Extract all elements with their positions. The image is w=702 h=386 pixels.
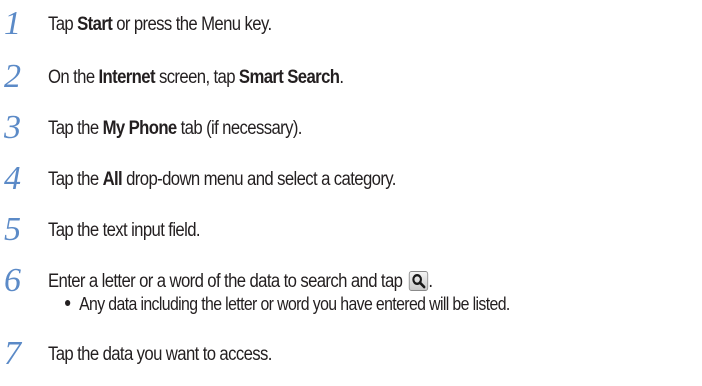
step-text: On the Internet screen, tap Smart Search…	[48, 66, 344, 90]
step-text: Tap Start or press the Menu key.	[48, 13, 272, 37]
step-3: 3 Tap the My Phone tab (if necessary).	[0, 108, 702, 148]
step-number: 4	[4, 160, 21, 197]
step-text-part: drop-down menu and select a category.	[122, 169, 396, 190]
step-text-part: Tap the data you want to access.	[48, 344, 272, 365]
bullet-icon	[65, 300, 71, 306]
step-text-part: .	[428, 271, 433, 292]
step-number: 1	[4, 5, 21, 42]
step-text-part: Tap the	[48, 118, 103, 139]
instruction-steps: 1 Tap Start or press the Menu key. 2 On …	[0, 0, 702, 386]
step-text-part: Tap	[48, 14, 78, 35]
step-5: 5 Tap the text input field.	[0, 210, 702, 250]
ui-term-smart-search: Smart Search	[238, 67, 340, 88]
step-text-part: screen, tap	[154, 67, 239, 88]
step-text: Tap the My Phone tab (if necessary).	[48, 117, 302, 141]
ui-term-start: Start	[77, 14, 113, 35]
step-text-part: Enter a letter or a word of the data to …	[48, 271, 407, 292]
step-number: 5	[4, 211, 21, 248]
step-text: Tap the text input field.	[48, 219, 201, 243]
step-1: 1 Tap Start or press the Menu key.	[0, 4, 702, 44]
step-2: 2 On the Internet screen, tap Smart Sear…	[0, 57, 702, 97]
step-text-part: Tap the	[48, 169, 103, 190]
ui-term-internet: Internet	[98, 67, 156, 88]
search-icon	[408, 271, 429, 291]
step-text-part: On the	[48, 67, 99, 88]
step-text-part: .	[339, 67, 344, 88]
ui-term-my-phone: My Phone	[102, 118, 178, 139]
step-number: 7	[4, 335, 21, 372]
ui-term-all: All	[102, 169, 123, 190]
step-text-part: tab (if necessary).	[176, 118, 303, 139]
step-number: 6	[4, 262, 21, 299]
step-text-part: Tap the text input field.	[48, 220, 201, 241]
step-text: Tap the data you want to access.	[48, 343, 272, 367]
sub-bullet-text: Any data including the letter or word yo…	[79, 294, 510, 314]
step-text-part: or press the Menu key.	[112, 14, 272, 35]
step-7: 7 Tap the data you want to access.	[0, 334, 702, 374]
step-number: 3	[4, 109, 21, 146]
step-text: Enter a letter or a word of the data to …	[48, 270, 433, 294]
step-number: 2	[4, 58, 21, 95]
step-6-sub-bullet: Any data including the letter or word yo…	[65, 292, 510, 316]
step-4: 4 Tap the All drop-down menu and select …	[0, 159, 702, 199]
step-text: Tap the All drop-down menu and select a …	[48, 168, 396, 192]
